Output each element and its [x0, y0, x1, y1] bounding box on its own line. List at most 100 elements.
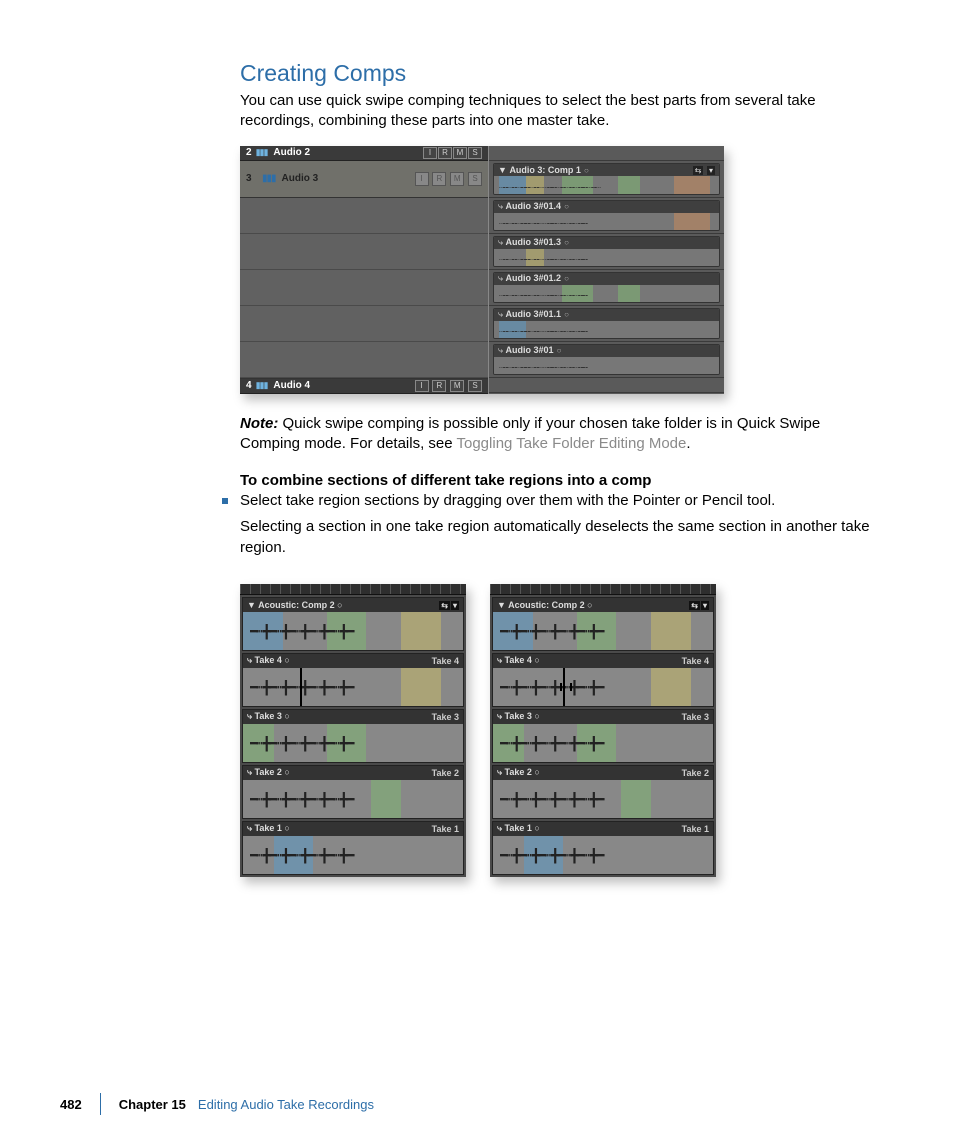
lane-spacer: [489, 378, 724, 393]
figure-before: ▼ Acoustic: Comp 2 ○ ⇆▾ ━┉╋━┉╋━┉╋━┉╋━┉╋━…: [240, 584, 466, 877]
take-lane[interactable]: ⤷ Audio 3#01.1 ┄╍┄╍┄╍╍┄╍┄┄╍╍┄╍┄╍┄╍╍: [489, 306, 724, 342]
track-list-column: 2 ▮▮▮ Audio 2 IRMS 3 ▮▮▮ Audio 3 I R M S: [240, 146, 488, 394]
task-step-row: Select take region sections by dragging …: [222, 491, 880, 572]
track-buttons: I R M S: [414, 172, 482, 186]
take-title-right: Take 2: [432, 768, 459, 778]
mute-button[interactable]: M: [450, 172, 464, 186]
take-region[interactable]: ⤷ Take 4 ○Take 4 ━┉╋━┉╋━┉╋━┉╋━┉╋━: [492, 653, 714, 707]
input-button[interactable]: I: [415, 172, 429, 186]
take-title-left: Take 1: [255, 823, 282, 833]
track-number: 3: [246, 173, 256, 184]
take-title-right: Take 1: [432, 824, 459, 834]
menu-icon[interactable]: ▾: [707, 166, 715, 175]
figure-after: ▼ Acoustic: Comp 2 ○ ⇆▾ ━┉╋━┉╋━┉╋━┉╋━┉╋━…: [490, 584, 716, 877]
triangle-icon: ▼: [247, 600, 256, 610]
take-title-left: Take 3: [255, 711, 282, 721]
record-button[interactable]: R: [432, 172, 446, 186]
track-number: 4: [246, 380, 252, 391]
note-label: Note:: [240, 415, 278, 432]
take-region[interactable]: ⤷ Take 1 ○Take 1 ━┉╋━┉╋━┉╋━┉╋━┉╋━: [242, 821, 464, 875]
track-header-audio2: 2 ▮▮▮ Audio 2 IRMS: [240, 146, 488, 161]
take-lane[interactable]: ⤷ Audio 3#01.4 ┄╍┄╍┄╍╍┄╍┄┄╍╍┄╍┄╍┄╍╍: [489, 198, 724, 234]
task-step: Select take region sections by dragging …: [240, 491, 880, 511]
waveform-icon: ▮▮▮: [256, 147, 268, 158]
menu-icon[interactable]: ▾: [451, 601, 459, 610]
comp-title: Audio 3: Comp 1: [509, 165, 581, 175]
comp-region[interactable]: ▼ Acoustic: Comp 2 ○ ⇆▾ ━┉╋━┉╋━┉╋━┉╋━┉╋━: [242, 597, 464, 651]
split-cursor: [563, 668, 565, 706]
track-name: Audio 3: [282, 173, 414, 184]
note-link[interactable]: Toggling Take Folder Editing Mode: [457, 435, 687, 452]
take-title-left: Take 4: [255, 655, 282, 665]
take-lane-column: ▼ Audio 3: Comp 1 ⇆ ▾ ┄: [488, 146, 724, 394]
take-region[interactable]: ⤷ Audio 3#01.4 ┄╍┄╍┄╍╍┄╍┄┄╍╍┄╍┄╍┄╍╍: [493, 200, 720, 231]
take-title-right: Take 4: [432, 656, 459, 666]
take-title-left: Take 2: [505, 767, 532, 777]
take-title-right: Take 4: [682, 656, 709, 666]
track-buttons: IRMS: [422, 147, 482, 159]
track-row-audio3[interactable]: 3 ▮▮▮ Audio 3 I R M S: [240, 161, 488, 198]
note-text-2: .: [686, 435, 690, 452]
page: Creating Comps You can use quick swipe c…: [0, 0, 954, 1145]
take-region[interactable]: ⤷ Take 1 ○Take 1 ━┉╋━┉╋━┉╋━┉╋━┉╋━: [492, 821, 714, 875]
timeline-ruler: [240, 584, 466, 595]
triangle-icon: ▼: [498, 165, 507, 175]
swap-icon[interactable]: ⇆: [693, 166, 704, 175]
comp-title: Acoustic: Comp 2: [258, 600, 335, 610]
footer-divider: [100, 1093, 101, 1115]
menu-icon[interactable]: ▾: [701, 601, 709, 610]
bullet-icon: [222, 498, 228, 504]
take-title-right: Take 3: [682, 712, 709, 722]
take-title: Audio 3#01.1: [506, 309, 562, 319]
track-buttons: I R M S: [414, 380, 482, 392]
track-header-audio4: 4 ▮▮▮ Audio 4 I R M S: [240, 379, 488, 394]
content-column: Creating Comps You can use quick swipe c…: [240, 60, 880, 877]
take-subtrack-group: [240, 198, 488, 379]
take-lane[interactable]: ⤷ Audio 3#01.2 ┄╍┄╍┄╍╍┄╍┄┄╍╍┄╍┄╍┄╍╍: [489, 270, 724, 306]
take-lane[interactable]: ⤷ Audio 3#01 ┄╍┄╍┄╍╍┄╍┄┄╍╍┄╍┄╍┄╍╍: [489, 342, 724, 378]
take-title-left: Take 2: [255, 767, 282, 777]
take-title: Audio 3#01.2: [506, 273, 562, 283]
take-title: Audio 3#01: [506, 345, 554, 355]
solo-button[interactable]: S: [468, 172, 482, 186]
take-title: Audio 3#01.3: [506, 237, 562, 247]
take-title-left: Take 1: [505, 823, 532, 833]
comp-controls[interactable]: ⇆ ▾: [692, 165, 715, 175]
waveform-icon: ▮▮▮: [256, 380, 268, 391]
take-title-left: Take 4: [505, 655, 532, 665]
take-title-right: Take 2: [682, 768, 709, 778]
take-region[interactable]: ⤷ Audio 3#01.1 ┄╍┄╍┄╍╍┄╍┄┄╍╍┄╍┄╍┄╍╍: [493, 308, 720, 339]
take-region[interactable]: ⤷ Take 2 ○Take 2 ━┉╋━┉╋━┉╋━┉╋━┉╋━: [492, 765, 714, 819]
waveform-icon: ▮▮▮: [262, 173, 276, 184]
note-paragraph: Note: Quick swipe comping is possible on…: [240, 414, 880, 455]
take-region[interactable]: ⤷ Take 3 ○Take 3 ━┉╋━┉╋━┉╋━┉╋━┉╋━: [492, 709, 714, 763]
take-lane[interactable]: ⤷ Audio 3#01.3 ┄╍┄╍┄╍╍┄╍┄┄╍╍┄╍┄╍┄╍╍: [489, 234, 724, 270]
timeline-ruler: [490, 584, 716, 595]
intro-paragraph: You can use quick swipe comping techniqu…: [240, 91, 880, 132]
comp-region[interactable]: ▼ Acoustic: Comp 2 ○ ⇆▾ ━┉╋━┉╋━┉╋━┉╋━┉╋━: [492, 597, 714, 651]
take-region[interactable]: ⤷ Audio 3#01 ┄╍┄╍┄╍╍┄╍┄┄╍╍┄╍┄╍┄╍╍: [493, 344, 720, 375]
figure-comp-tracks: 2 ▮▮▮ Audio 2 IRMS 3 ▮▮▮ Audio 3 I R M S: [240, 146, 724, 394]
take-title: Audio 3#01.4: [506, 201, 562, 211]
swap-icon[interactable]: ⇆: [439, 601, 450, 610]
lane-spacer: [489, 146, 724, 161]
take-region[interactable]: ⤷ Audio 3#01.2 ┄╍┄╍┄╍╍┄╍┄┄╍╍┄╍┄╍┄╍╍: [493, 272, 720, 303]
chapter-label: Chapter 15: [119, 1097, 186, 1112]
swap-icon[interactable]: ⇆: [689, 601, 700, 610]
task-result: Selecting a section in one take region a…: [240, 517, 880, 558]
take-title-right: Take 1: [682, 824, 709, 834]
chapter-title: Editing Audio Take Recordings: [198, 1097, 374, 1112]
take-region[interactable]: ⤷ Take 2 ○Take 2 ━┉╋━┉╋━┉╋━┉╋━┉╋━: [242, 765, 464, 819]
take-region[interactable]: ⤷ Take 3 ○Take 3 ━┉╋━┉╋━┉╋━┉╋━┉╋━: [242, 709, 464, 763]
track-number: 2: [246, 147, 252, 158]
comp-title: Acoustic: Comp 2: [508, 600, 585, 610]
comp-region[interactable]: ▼ Audio 3: Comp 1 ⇆ ▾ ┄: [493, 163, 720, 195]
take-region[interactable]: ⤷ Audio 3#01.3 ┄╍┄╍┄╍╍┄╍┄┄╍╍┄╍┄╍┄╍╍: [493, 236, 720, 267]
track-name: Audio 4: [273, 380, 413, 391]
page-number: 482: [60, 1097, 100, 1112]
page-footer: 482 Chapter 15 Editing Audio Take Record…: [60, 1093, 374, 1115]
figure-before-after: ▼ Acoustic: Comp 2 ○ ⇆▾ ━┉╋━┉╋━┉╋━┉╋━┉╋━…: [240, 584, 880, 877]
track-name: Audio 2: [273, 147, 422, 158]
comp-lane[interactable]: ▼ Audio 3: Comp 1 ⇆ ▾ ┄: [489, 161, 724, 198]
take-region[interactable]: ⤷ Take 4 ○Take 4 ━┉╋━┉╋━┉╋━┉╋━┉╋━: [242, 653, 464, 707]
